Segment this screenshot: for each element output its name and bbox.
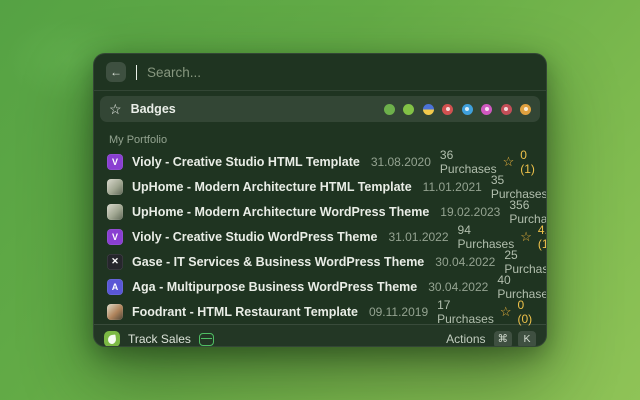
- purchases-count: 25 Purchases: [504, 248, 547, 276]
- foodrant-app-icon: [107, 304, 123, 320]
- cmd-keycap[interactable]: ⌘: [494, 331, 513, 348]
- badge-maroon-round-icon: [501, 104, 512, 115]
- badge-green-bright-icon: [403, 104, 414, 115]
- item-date: 31.01.2022: [388, 230, 448, 244]
- rating-value: 4.83 (12): [538, 223, 547, 251]
- rating-star-icon: ☆: [520, 230, 532, 243]
- status-bar: Track Sales Actions ⌘ K: [94, 324, 546, 347]
- envato-leaf-icon: [104, 331, 120, 347]
- purchases-count: 40 Purchases: [497, 273, 547, 301]
- list-item[interactable]: V Violy - Creative Studio WordPress Them…: [94, 224, 546, 249]
- back-button[interactable]: ←: [106, 62, 126, 82]
- item-title: Aga - Multipurpose Business WordPress Th…: [132, 280, 417, 294]
- purchases-count: 94 Purchases: [458, 223, 515, 251]
- actions-button[interactable]: Actions: [446, 332, 485, 346]
- violy-app-icon: V: [107, 154, 123, 170]
- list-item[interactable]: Foodrant - HTML Restaurant Template 09.1…: [94, 299, 546, 324]
- item-title: UpHome - Modern Architecture HTML Templa…: [132, 180, 412, 194]
- item-title: Gase - IT Services & Business WordPress …: [132, 255, 424, 269]
- item-title: Violy - Creative Studio WordPress Theme: [132, 230, 377, 244]
- uphome-app-icon: [107, 204, 123, 220]
- extension-name: Track Sales: [128, 332, 191, 346]
- badge-gold-dollar-icon: [520, 104, 531, 115]
- search-divider: [94, 90, 546, 91]
- search-input[interactable]: Search...: [147, 65, 201, 80]
- list-item[interactable]: ✕ Gase - IT Services & Business WordPres…: [94, 249, 546, 274]
- aga-app-icon: A: [107, 279, 123, 295]
- violy-app-icon: V: [107, 229, 123, 245]
- badge-green-shield-icon: [384, 104, 395, 115]
- purchases-count: 35 Purchases: [491, 173, 547, 201]
- gase-app-icon: ✕: [107, 254, 123, 270]
- item-title: UpHome - Modern Architecture WordPress T…: [132, 205, 429, 219]
- item-title: Violy - Creative Studio HTML Template: [132, 155, 360, 169]
- item-date: 31.08.2020: [371, 155, 431, 169]
- purchases-count: 356 Purchases: [509, 198, 547, 226]
- list-item[interactable]: A Aga - Multipurpose Business WordPress …: [94, 274, 546, 299]
- rating-value: 0 (1): [520, 148, 535, 176]
- purchases-count: 36 Purchases: [440, 148, 497, 176]
- launcher-window: ← Search... ☆ Badges My Portfolio V Viol…: [93, 53, 547, 347]
- uphome-app-icon: [107, 179, 123, 195]
- rating-value: 0 (0): [517, 298, 532, 326]
- item-title: Foodrant - HTML Restaurant Template: [132, 305, 358, 319]
- rating-star-icon: ☆: [503, 155, 515, 168]
- k-keycap[interactable]: K: [518, 331, 536, 348]
- star-icon: ☆: [109, 102, 122, 116]
- item-date: 09.11.2019: [369, 305, 428, 319]
- item-date: 30.04.2022: [435, 255, 495, 269]
- list-item[interactable]: UpHome - Modern Architecture WordPress T…: [94, 199, 546, 224]
- badge-red-round-icon: [442, 104, 453, 115]
- list-item[interactable]: V Violy - Creative Studio HTML Template …: [94, 149, 546, 174]
- portfolio-list: V Violy - Creative Studio HTML Template …: [94, 149, 546, 324]
- badges-row[interactable]: ☆ Badges: [100, 96, 540, 122]
- badge-set: [384, 104, 532, 115]
- search-bar[interactable]: ← Search...: [94, 54, 546, 90]
- item-date: 19.02.2023: [440, 205, 500, 219]
- item-date: 11.01.2021: [423, 180, 482, 194]
- section-title: My Portfolio: [109, 134, 531, 146]
- text-cursor: [136, 65, 137, 80]
- badges-row-label: Badges: [131, 102, 176, 116]
- rating-star-icon: ☆: [500, 305, 512, 318]
- receipt-card-icon: [199, 333, 214, 346]
- badge-pink-round-icon: [481, 104, 492, 115]
- badge-blue-round-icon: [462, 104, 473, 115]
- item-date: 30.04.2022: [428, 280, 488, 294]
- badge-ukraine-flag-icon: [423, 104, 434, 115]
- list-item[interactable]: UpHome - Modern Architecture HTML Templa…: [94, 174, 546, 199]
- purchases-count: 17 Purchases: [437, 298, 494, 326]
